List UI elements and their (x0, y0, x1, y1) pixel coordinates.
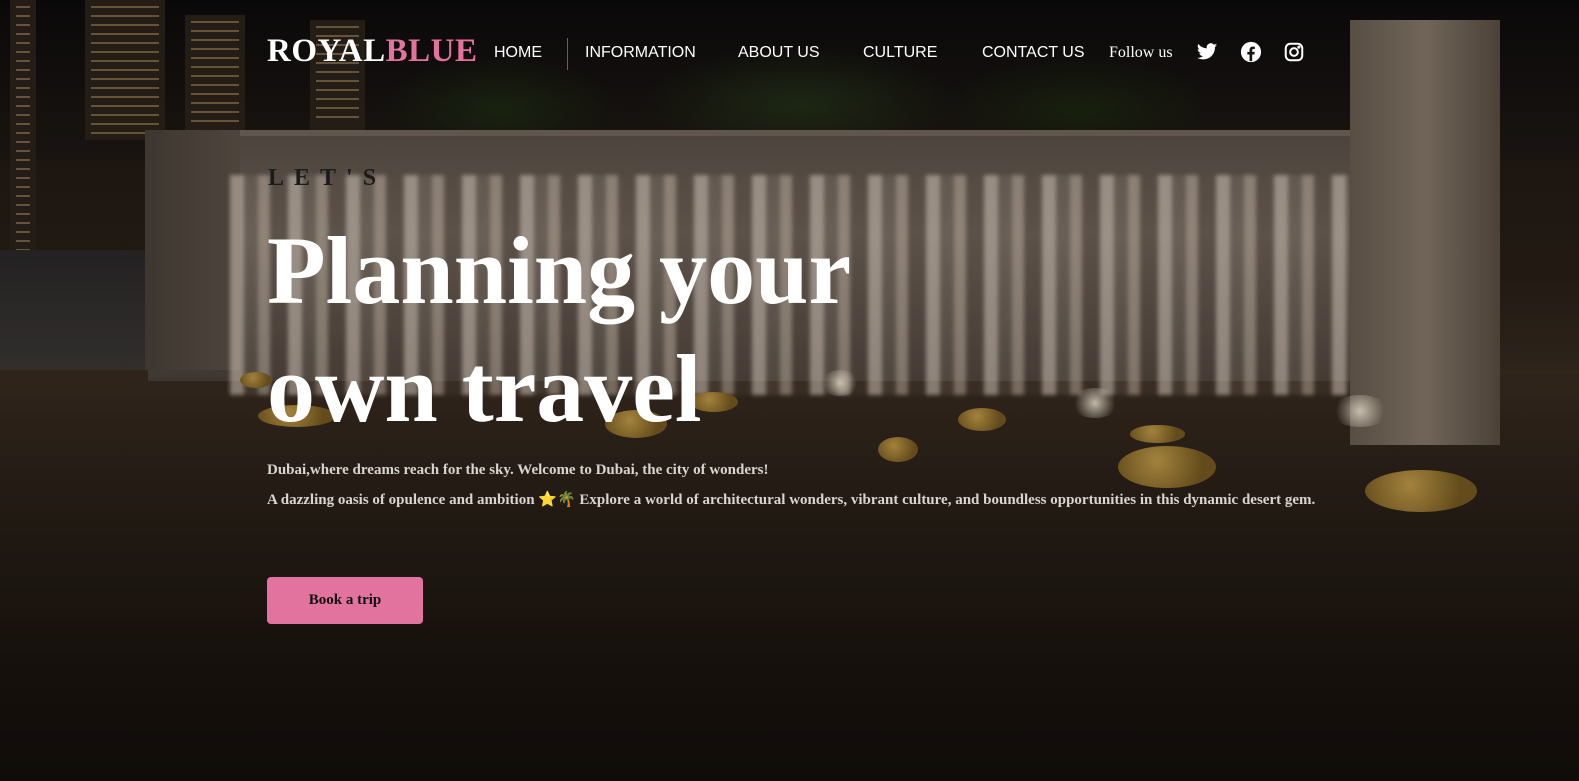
hero-description-line-2: A dazzling oasis of opulence and ambitio… (267, 492, 1316, 508)
nav-about-us[interactable]: ABOUT US (738, 44, 820, 62)
follow-us-label: Follow us (1109, 44, 1173, 61)
brand-logo[interactable]: ROYALBLUE (267, 33, 478, 70)
brand-part-royal: ROYAL (267, 33, 386, 69)
facebook-icon[interactable] (1240, 41, 1262, 63)
nav-contact-us[interactable]: CONTACT US (982, 44, 1085, 62)
hero-headline: Planning your own travel (267, 217, 850, 442)
nav-home[interactable]: HOME (494, 44, 542, 62)
instagram-icon[interactable] (1283, 41, 1305, 63)
nav-culture[interactable]: CULTURE (863, 44, 937, 62)
hero-description-line-1: Dubai,where dreams reach for the sky. We… (267, 462, 769, 478)
nav-information[interactable]: INFORMATION (585, 44, 696, 62)
hero-eyebrow: LET'S (268, 165, 387, 191)
nav-divider (567, 38, 568, 70)
twitter-icon[interactable] (1196, 41, 1218, 63)
book-trip-button[interactable]: Book a trip (267, 577, 423, 624)
brand-part-blue: BLUE (385, 33, 478, 69)
hero-description: Dubai,where dreams reach for the sky. We… (267, 455, 1327, 515)
